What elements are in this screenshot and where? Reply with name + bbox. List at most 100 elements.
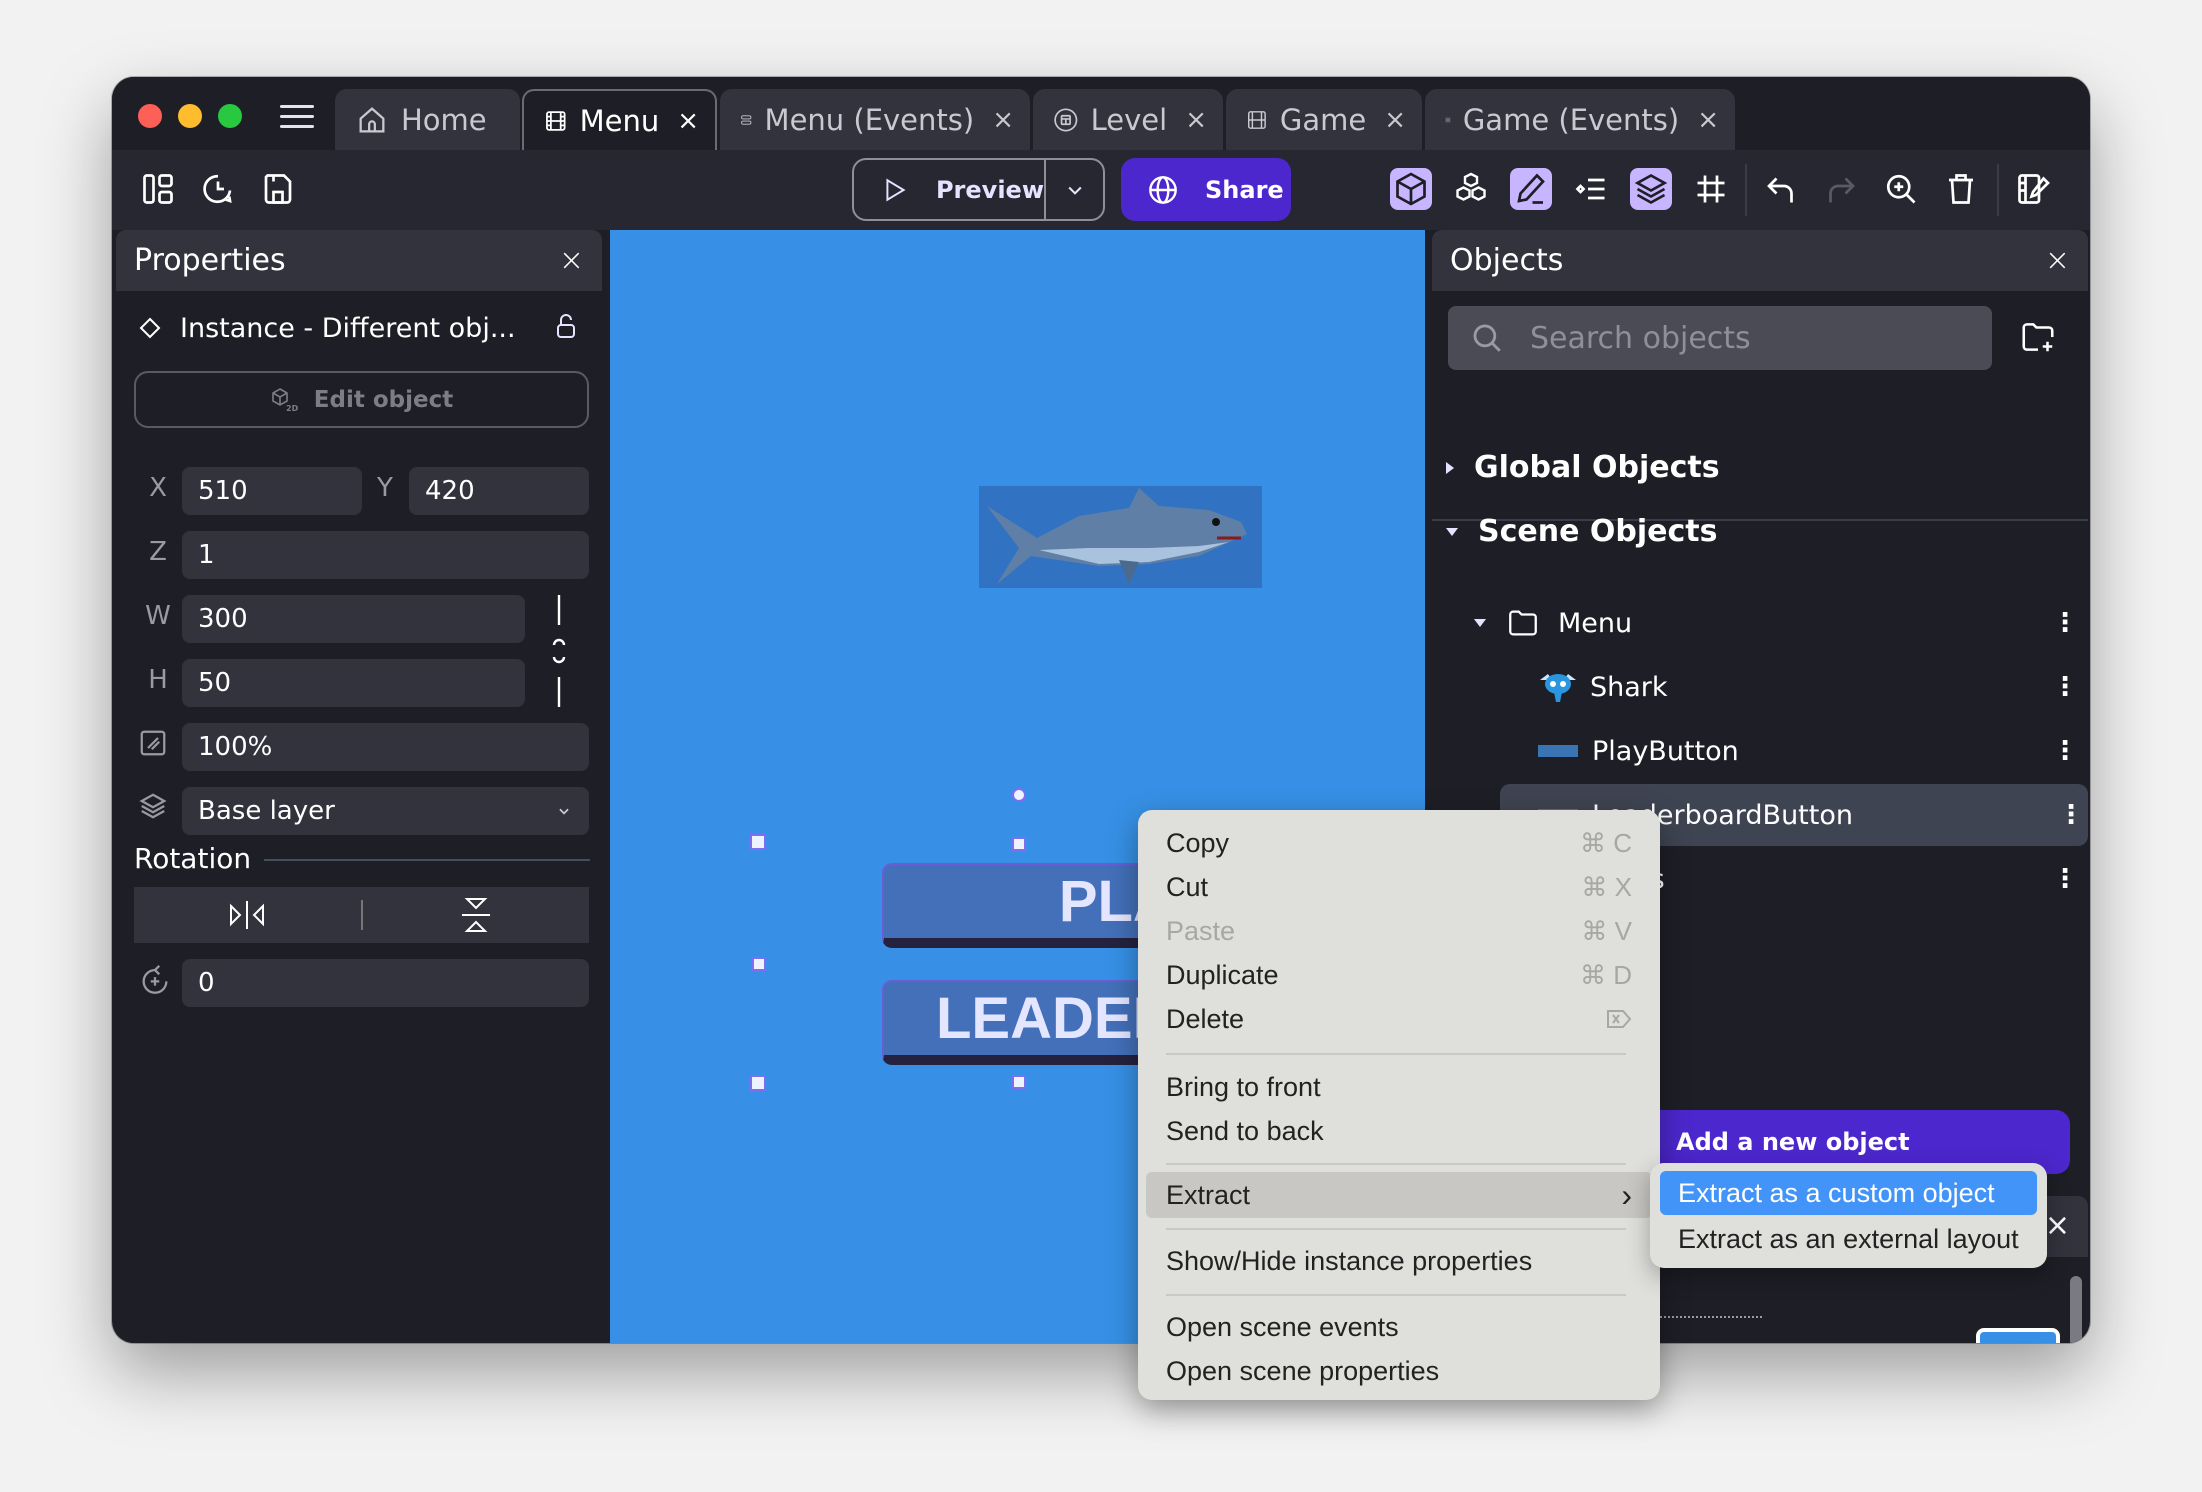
more-options-icon[interactable]: ⋮ bbox=[2052, 738, 2078, 764]
undo-button[interactable] bbox=[1760, 168, 1802, 210]
menu-item-label: Extract as a custom object bbox=[1678, 1177, 1995, 1208]
app-window: Home Menu × Menu (Events) × Level × Game… bbox=[112, 77, 2090, 1343]
menu-item-bring-to-front[interactable]: Bring to front bbox=[1166, 1066, 1632, 1108]
share-button[interactable]: Share bbox=[1121, 158, 1291, 221]
instances-list-button[interactable] bbox=[1570, 168, 1612, 210]
resize-handle-bottom-left[interactable] bbox=[750, 1075, 766, 1091]
height-input[interactable]: 50 bbox=[182, 659, 525, 707]
extract-submenu: Extract as a custom object Extract as an… bbox=[1650, 1163, 2047, 1268]
toggle-panels-button[interactable] bbox=[137, 168, 179, 210]
properties-button[interactable] bbox=[1510, 168, 1552, 210]
properties-header: Properties × bbox=[116, 230, 602, 291]
menu-item-label: Delete bbox=[1166, 1003, 1245, 1034]
toolbar: Preview Share bbox=[112, 150, 2090, 230]
tab-close-button[interactable]: × bbox=[677, 106, 699, 136]
add-folder-icon[interactable] bbox=[2019, 318, 2057, 356]
tab-home[interactable]: Home bbox=[335, 89, 520, 150]
z-label: Z bbox=[149, 537, 167, 567]
menu-item-extract-custom-object[interactable]: Extract as a custom object bbox=[1660, 1171, 2037, 1215]
tree-folder-menu[interactable]: Menu ⋮ bbox=[1472, 592, 2082, 654]
layer-panel-close-button[interactable]: × bbox=[2045, 1208, 2070, 1243]
tab-close-button[interactable]: × bbox=[992, 105, 1014, 135]
object-groups-button[interactable] bbox=[1450, 168, 1492, 210]
menu-item-copy[interactable]: Copy ⌘ C bbox=[1166, 822, 1632, 864]
window-zoom-button[interactable] bbox=[218, 104, 242, 128]
layer-select[interactable]: Base layer bbox=[182, 787, 589, 835]
delete-button[interactable] bbox=[1940, 168, 1982, 210]
tab-game[interactable]: Game × bbox=[1226, 89, 1422, 150]
menu-separator bbox=[1166, 1294, 1626, 1296]
menu-item-label: Send to back bbox=[1166, 1115, 1324, 1146]
search-objects-input[interactable]: Search objects bbox=[1448, 306, 1992, 370]
y-label: Y bbox=[377, 473, 393, 503]
tab-close-button[interactable]: × bbox=[1384, 105, 1406, 135]
menu-item-cut[interactable]: Cut ⌘ X bbox=[1166, 866, 1632, 908]
preview-options-dropdown[interactable] bbox=[1046, 180, 1103, 200]
resize-handle-top[interactable] bbox=[1012, 837, 1026, 851]
tab-menu[interactable]: Menu × bbox=[522, 89, 717, 150]
opacity-input[interactable]: 100% bbox=[182, 723, 589, 771]
menu-item-extract-external-layout[interactable]: Extract as an external layout bbox=[1660, 1217, 2037, 1261]
z-input[interactable]: 1 bbox=[182, 531, 589, 579]
tree-object-shark[interactable]: Shark ⋮ bbox=[1500, 656, 2082, 718]
window-minimize-button[interactable] bbox=[178, 104, 202, 128]
more-options-icon[interactable]: ⋮ bbox=[2058, 802, 2084, 828]
tree-object-playbutton[interactable]: PlayButton ⋮ bbox=[1500, 720, 2082, 782]
scene-objects-section[interactable]: Scene Objects bbox=[1444, 514, 1717, 549]
properties-close-button[interactable]: × bbox=[559, 243, 584, 278]
y-input[interactable]: 420 bbox=[409, 467, 589, 515]
edit-object-button[interactable]: 2D Edit object bbox=[134, 371, 589, 428]
flip-horizontal-button[interactable] bbox=[134, 898, 361, 932]
history-button[interactable] bbox=[197, 168, 239, 210]
objects-close-button[interactable]: × bbox=[2045, 243, 2070, 278]
flip-vertical-button[interactable] bbox=[363, 895, 590, 935]
menu-item-extract[interactable]: Extract › bbox=[1166, 1174, 1632, 1216]
resize-handle-bottom[interactable] bbox=[1012, 1075, 1026, 1089]
global-objects-section[interactable]: Global Objects bbox=[1444, 450, 1720, 485]
resize-handle-left[interactable] bbox=[752, 957, 766, 971]
tab-level[interactable]: Level × bbox=[1033, 89, 1223, 150]
menu-item-open-scene-events[interactable]: Open scene events bbox=[1166, 1306, 1632, 1348]
edit-scene-button[interactable] bbox=[2012, 168, 2054, 210]
menu-item-duplicate[interactable]: Duplicate ⌘ D bbox=[1166, 954, 1632, 996]
redo-button[interactable] bbox=[1820, 168, 1862, 210]
menu-item-delete[interactable]: Delete bbox=[1166, 998, 1632, 1040]
unlock-icon[interactable] bbox=[554, 312, 578, 340]
preview-button[interactable]: Preview bbox=[854, 160, 1046, 219]
rotation-input[interactable]: 0 bbox=[182, 959, 589, 1007]
background-color-swatch[interactable] bbox=[1976, 1328, 2060, 1343]
preview-label: Preview bbox=[935, 175, 1044, 204]
window-close-button[interactable] bbox=[138, 104, 162, 128]
tab-game-events[interactable]: Game (Events) × bbox=[1425, 89, 1735, 150]
tab-close-button[interactable]: × bbox=[1697, 105, 1719, 135]
height-value: 50 bbox=[198, 668, 232, 698]
width-input[interactable]: 300 bbox=[182, 595, 525, 643]
menu-item-show-hide-instance-properties[interactable]: Show/Hide instance properties bbox=[1166, 1240, 1632, 1282]
shark-sprite bbox=[987, 488, 1247, 584]
search-icon bbox=[1473, 324, 1501, 352]
rotation-handle[interactable] bbox=[1012, 788, 1026, 802]
more-options-icon[interactable]: ⋮ bbox=[2052, 866, 2078, 892]
chevron-down-icon bbox=[1067, 186, 1082, 195]
shark-instance[interactable] bbox=[979, 486, 1262, 588]
tab-close-button[interactable]: × bbox=[1185, 105, 1207, 135]
grid-button[interactable] bbox=[1690, 168, 1732, 210]
menu-item-label: Duplicate bbox=[1166, 959, 1279, 990]
save-button[interactable] bbox=[257, 168, 299, 210]
layers-button[interactable] bbox=[1630, 168, 1672, 210]
more-options-icon[interactable]: ⋮ bbox=[2052, 674, 2078, 700]
menu-item-open-scene-properties[interactable]: Open scene properties bbox=[1166, 1350, 1632, 1392]
tab-menu-events[interactable]: Menu (Events) × bbox=[720, 89, 1030, 150]
context-menu: Copy ⌘ C Cut ⌘ X Paste ⌘ V Duplicate ⌘ D… bbox=[1138, 810, 1660, 1400]
caret-right-icon bbox=[1446, 461, 1454, 474]
x-input[interactable]: 510 bbox=[182, 467, 362, 515]
main-menu-button[interactable] bbox=[280, 105, 314, 129]
link-dimensions-icon[interactable] bbox=[548, 595, 570, 707]
zoom-button[interactable] bbox=[1880, 168, 1922, 210]
object-editor-button[interactable] bbox=[1390, 168, 1432, 210]
menu-item-send-to-back[interactable]: Send to back bbox=[1166, 1110, 1632, 1152]
scrollbar[interactable] bbox=[2070, 1276, 2082, 1343]
layers-icon bbox=[1634, 173, 1668, 205]
more-options-icon[interactable]: ⋮ bbox=[2052, 610, 2078, 636]
resize-handle-top-left[interactable] bbox=[750, 834, 766, 850]
